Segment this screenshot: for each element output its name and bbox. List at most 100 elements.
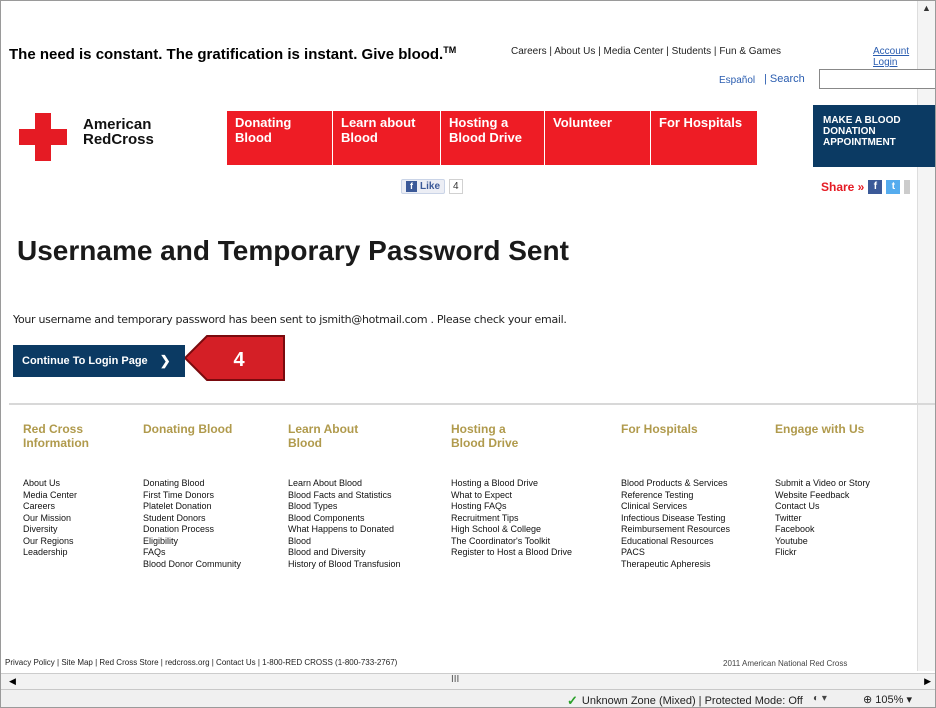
callout-number: 4 (233, 349, 245, 371)
nav-volunteer[interactable]: Volunteer (545, 111, 651, 165)
scroll-right-icon[interactable]: ▶ (924, 676, 931, 687)
footer-link[interactable]: Facebook (775, 524, 870, 536)
nav-donating-blood[interactable]: Donating Blood (227, 111, 333, 165)
footer-link[interactable]: Student Donors (143, 513, 241, 525)
footer-link[interactable]: Reimbursement Resources (621, 524, 730, 536)
facebook-like: f Like 4 (401, 179, 463, 194)
share-label[interactable]: Share » (821, 180, 864, 194)
footer-link[interactable]: Recruitment Tips (451, 513, 572, 525)
nav-learn-about-blood[interactable]: Learn about Blood (333, 111, 441, 165)
espanol-link[interactable]: Español (719, 75, 755, 86)
footer-link[interactable]: Learn About Blood (288, 478, 401, 490)
footer-link[interactable]: Blood Facts and Statistics (288, 490, 401, 502)
like-button[interactable]: f Like (401, 179, 446, 194)
nav-hosting-blood-drive[interactable]: Hosting a Blood Drive (441, 111, 545, 165)
share-bar: Share » f t (821, 180, 911, 194)
footer-link[interactable]: Our Mission (23, 513, 89, 525)
top-link-students[interactable]: Students (672, 46, 711, 57)
top-link-about-us[interactable]: About Us (554, 46, 595, 57)
footer-link[interactable]: Careers (23, 501, 89, 513)
browser-content: ▲ The need is constant. The gratificatio… (0, 0, 936, 708)
scroll-left-icon[interactable]: ◀ (9, 676, 16, 687)
top-link-fun-games[interactable]: Fun & Games (719, 46, 781, 57)
footer-divider (9, 403, 935, 405)
footer-link[interactable]: What Happens to Donated (288, 524, 401, 536)
footer-link[interactable]: Contact Us (775, 501, 870, 513)
footer-link[interactable]: Blood and Diversity (288, 547, 401, 559)
scroll-up-icon[interactable]: ▲ (922, 3, 931, 13)
footer-col-engage-with-us: Engage with Us Submit a Video or Story W… (775, 422, 870, 559)
footer-col-donating-blood: Donating Blood Donating Blood First Time… (143, 422, 241, 570)
footer-link[interactable]: Blood Donor Community (143, 559, 241, 571)
make-appointment-button[interactable]: MAKE A BLOOD DONATION APPOINTMENT (813, 105, 935, 167)
footer-link[interactable]: Diversity (23, 524, 89, 536)
footer-link[interactable]: First Time Donors (143, 490, 241, 502)
american-red-cross-logo[interactable]: American RedCross (19, 113, 179, 163)
twitter-share-icon[interactable]: t (886, 180, 901, 194)
footer-link[interactable]: About Us (23, 478, 89, 490)
like-count: 4 (449, 179, 463, 194)
protected-mode-icon[interactable]: ◐ ▾ (813, 693, 827, 704)
footer-link[interactable]: Reference Testing (621, 490, 730, 502)
top-link-careers[interactable]: Careers (511, 46, 547, 57)
footer-link[interactable]: Youtube (775, 536, 870, 548)
copyright: 2011 American National Red Cross (723, 659, 848, 668)
footer-col-red-cross-information: Red Cross Information About Us Media Cen… (23, 422, 89, 559)
footer-link[interactable]: Media Center (23, 490, 89, 502)
footer-heading: For Hospitals (621, 422, 698, 436)
footer-link[interactable]: PACS (621, 547, 730, 559)
footer-link[interactable]: Educational Resources (621, 536, 730, 548)
confirmation-message: Your username and temporary password has… (13, 313, 567, 326)
footer-link[interactable]: Platelet Donation (143, 501, 241, 513)
continue-to-login-button[interactable]: Continue To Login Page ❯ (13, 345, 185, 377)
footer-link[interactable]: Our Regions (23, 536, 89, 548)
search-link[interactable]: | Search (764, 73, 805, 85)
footer-link[interactable]: Website Feedback (775, 490, 870, 502)
footer-link[interactable]: Hosting FAQs (451, 501, 572, 513)
footer-heading: Donating Blood (143, 422, 233, 436)
top-link-media-center[interactable]: Media Center (603, 46, 663, 57)
footer-heading: Engage with Us (775, 422, 865, 436)
footer-link[interactable]: Donation Process (143, 524, 241, 536)
footer-link[interactable]: Donating Blood (143, 478, 241, 490)
footer-link[interactable]: High School & College (451, 524, 572, 536)
nav-for-hospitals[interactable]: For Hospitals (651, 111, 757, 165)
footer-link[interactable]: What to Expect (451, 490, 572, 502)
footer-link[interactable]: Blood Components (288, 513, 401, 525)
footer-link[interactable]: Submit a Video or Story (775, 478, 870, 490)
tagline: The need is constant. The gratification … (9, 45, 457, 63)
horizontal-scrollbar[interactable]: ◀ III ▶ (1, 673, 935, 689)
more-share-icon[interactable] (904, 180, 911, 194)
footer-link[interactable]: Register to Host a Blood Drive (451, 547, 572, 559)
footer-link[interactable]: Blood Types (288, 501, 401, 513)
step-callout-arrow: 4 (185, 335, 285, 381)
footer-link[interactable]: Infectious Disease Testing (621, 513, 730, 525)
footer-heading: Hosting a Blood Drive (451, 422, 519, 450)
checkmark-icon: ✓ (567, 693, 578, 708)
scroll-grip-icon[interactable]: III (451, 674, 459, 685)
account-login-link[interactable]: Account Login (873, 46, 935, 68)
footer-link[interactable]: History of Blood Transfusion (288, 559, 401, 571)
main-nav: Donating Blood Learn about Blood Hosting… (227, 111, 757, 165)
footer-link[interactable]: Therapeutic Apheresis (621, 559, 730, 571)
footer-link[interactable]: Hosting a Blood Drive (451, 478, 572, 490)
status-bar: ✓ Unknown Zone (Mixed) | Protected Mode:… (1, 689, 935, 708)
footer-link[interactable]: Clinical Services (621, 501, 730, 513)
search-input[interactable] (819, 69, 935, 89)
chevron-right-icon: ❯ (159, 353, 171, 368)
footer-link[interactable]: Eligibility (143, 536, 241, 548)
security-zone[interactable]: ✓ Unknown Zone (Mixed) | Protected Mode:… (567, 693, 803, 708)
footer-link[interactable]: FAQs (143, 547, 241, 559)
footer-link[interactable]: The Coordinator's Toolkit (451, 536, 572, 548)
top-links: Careers | About Us | Media Center | Stud… (511, 46, 782, 57)
footer-link[interactable]: Blood (288, 536, 401, 548)
facebook-share-icon[interactable]: f (868, 180, 883, 194)
footer-link[interactable]: Blood Products & Services (621, 478, 730, 490)
footer-link[interactable]: Twitter (775, 513, 870, 525)
footer-col-for-hospitals: For Hospitals Blood Products & Services … (621, 422, 730, 570)
footer-link[interactable]: Leadership (23, 547, 89, 559)
vertical-scrollbar[interactable]: ▲ (917, 1, 935, 671)
footer-link[interactable]: Flickr (775, 547, 870, 559)
zoom-level[interactable]: ⊕ 105% ▾ (863, 693, 912, 706)
footer-col-hosting-blood-drive: Hosting a Blood Drive Hosting a Blood Dr… (451, 422, 572, 559)
